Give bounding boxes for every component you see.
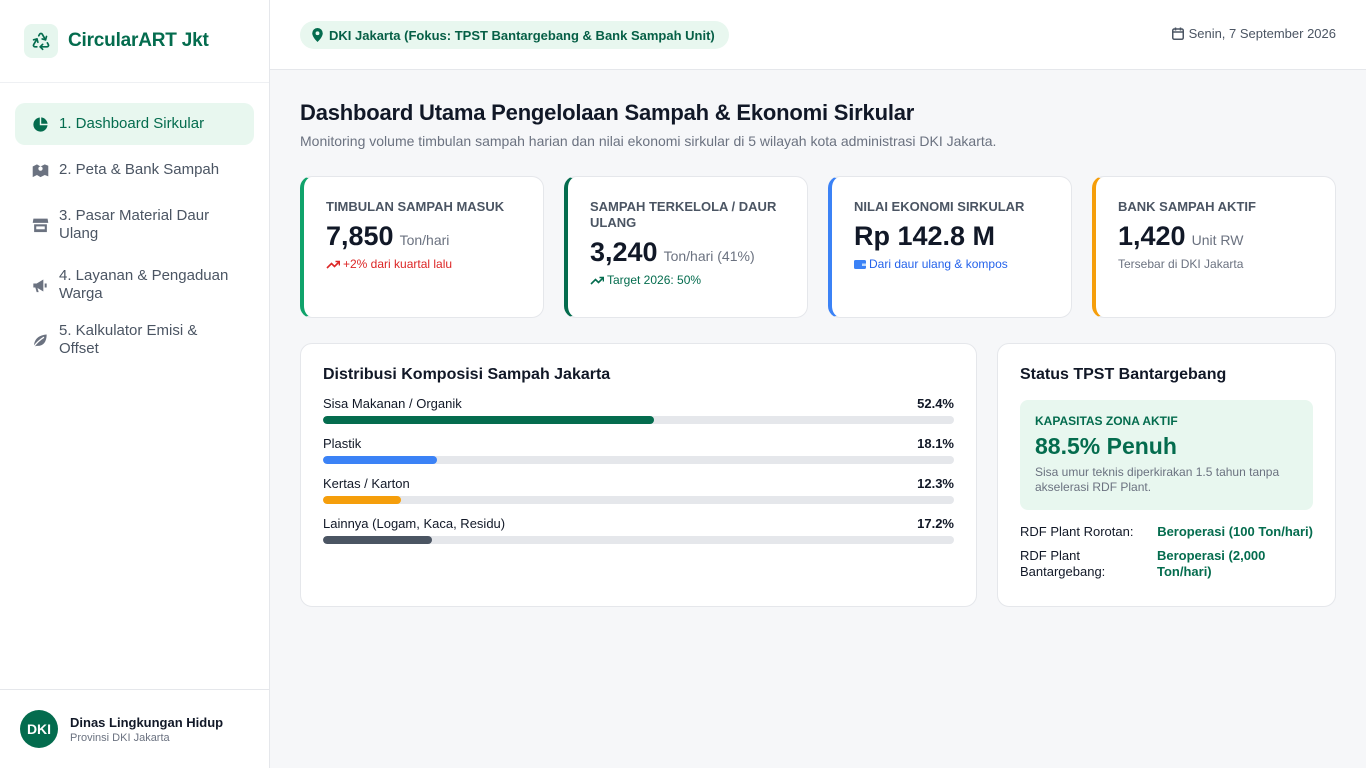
location-label: DKI Jakarta (Fokus: TPST Bantargebang & … — [329, 27, 715, 43]
date-label: Senin, 7 September 2026 — [1188, 26, 1336, 41]
progress-fill — [323, 456, 438, 464]
progress-fill — [323, 496, 401, 504]
kpi-note-text: Tersebar di DKI Jakarta — [1118, 257, 1244, 271]
kpi-note-text: +2% dari kuartal lalu — [343, 257, 453, 271]
user-name: Dinas Lingkungan Hidup — [70, 714, 224, 730]
kpi-unit: Ton/hari — [399, 232, 450, 248]
plant-name: RDF Plant Rorotan: — [1020, 524, 1134, 539]
map-icon — [31, 161, 49, 179]
composition-percent: 12.3% — [917, 476, 954, 491]
capacity-box: Kapasitas Zona Aktif 88.5% Penuh Sisa um… — [1020, 400, 1313, 510]
kpi-label: Timbulan Sampah Masuk — [326, 199, 505, 214]
kpi-unit: Unit RW — [1191, 232, 1244, 248]
tpst-title: Status TPST Bantargebang — [1020, 366, 1227, 383]
plant-row: RDF Plant Rorotan: Beroperasi (100 Ton/h… — [1020, 524, 1313, 540]
page-title: Dashboard Utama Pengelolaan Sampah & Eko… — [300, 100, 915, 125]
tpst-status-card: Status TPST Bantargebang Kapasitas Zona … — [997, 343, 1336, 607]
progress-track — [323, 456, 954, 464]
composition-label: Plastik — [323, 436, 362, 451]
user-profile[interactable]: DKI Dinas Lingkungan Hidup Provinsi DKI … — [0, 689, 269, 768]
nav-item-kalkulator[interactable]: 5. Kalkulator Emisi & Offset — [15, 315, 254, 365]
trend-up-icon — [326, 259, 340, 269]
kpi-unit: Ton/hari (41%) — [663, 248, 755, 264]
current-date: Senin, 7 September 2026 — [1171, 26, 1336, 41]
recycle-icon — [24, 24, 58, 58]
composition-percent: 17.2% — [917, 516, 954, 531]
pie-chart-icon — [31, 115, 49, 133]
page-subtitle: Monitoring volume timbulan sampah harian… — [300, 133, 997, 149]
trend-up-icon — [590, 275, 604, 285]
progress-fill — [323, 536, 432, 544]
kpi-value: 1,420 — [1118, 221, 1186, 251]
plant-status: Beroperasi (100 Ton/hari) — [1157, 524, 1313, 539]
composition-label: Lainnya (Logam, Kaca, Residu) — [323, 516, 506, 531]
user-info: Dinas Lingkungan Hidup Provinsi DKI Jaka… — [70, 715, 223, 744]
nav-item-label: 3. Pasar Material Daur Ulang — [59, 207, 210, 242]
leaf-icon — [31, 331, 49, 349]
nav-item-label: 2. Peta & Bank Sampah — [59, 161, 220, 178]
composition-row: Lainnya (Logam, Kaca, Residu) 17.2% — [323, 516, 954, 544]
kpi-note: +2% dari kuartal lalu — [326, 257, 521, 271]
topbar: DKI Jakarta (Fokus: TPST Bantargebang & … — [270, 0, 1366, 70]
progress-track — [323, 416, 954, 424]
kpi-note: Tersebar di DKI Jakarta — [1118, 257, 1313, 271]
capacity-value: 88.5% Penuh — [1035, 433, 1177, 459]
capacity-label: Kapasitas Zona Aktif — [1035, 414, 1178, 428]
composition-percent: 52.4% — [917, 396, 954, 411]
nav-item-peta[interactable]: 2. Peta & Bank Sampah — [15, 145, 254, 195]
brand-name: CircularART Jkt — [68, 30, 209, 51]
kpi-note: Dari daur ulang & kompos — [854, 257, 1049, 271]
nav-item-label: 1. Dashboard Sirkular — [59, 115, 205, 132]
main-content: Dashboard Utama Pengelolaan Sampah & Eko… — [300, 100, 1336, 607]
kpi-row: Timbulan Sampah Masuk 7,850 Ton/hari +2%… — [300, 176, 1336, 318]
kpi-label: Sampah Terkelola / Daur Ulang — [590, 199, 777, 230]
location-selector[interactable]: DKI Jakarta (Fokus: TPST Bantargebang & … — [300, 21, 729, 49]
kpi-label: Bank Sampah Aktif — [1118, 199, 1256, 214]
capacity-description: Sisa umur teknis diperkirakan 1.5 tahun … — [1035, 465, 1280, 494]
composition-label: Sisa Makanan / Organik — [323, 396, 462, 411]
kpi-card-bank-sampah: Bank Sampah Aktif 1,420 Unit RW Tersebar… — [1092, 176, 1336, 318]
composition-row: Kertas / Karton 12.3% — [323, 476, 954, 504]
composition-percent: 18.1% — [917, 436, 954, 451]
composition-card: Distribusi Komposisi Sampah Jakarta Sisa… — [300, 343, 977, 607]
progress-fill — [323, 416, 654, 424]
kpi-card-timbulan: Timbulan Sampah Masuk 7,850 Ton/hari +2%… — [300, 176, 544, 318]
megaphone-icon — [31, 276, 49, 294]
kpi-value: Rp 142.8 M — [854, 221, 996, 251]
store-icon — [31, 216, 49, 234]
composition-row: Sisa Makanan / Organik 52.4% — [323, 396, 954, 424]
nav-item-pasar[interactable]: 3. Pasar Material Daur Ulang — [15, 195, 254, 255]
kpi-label: Nilai Ekonomi Sirkular — [854, 199, 1025, 214]
composition-title: Distribusi Komposisi Sampah Jakarta — [323, 366, 611, 383]
composition-label: Kertas / Karton — [323, 476, 410, 491]
kpi-note-text: Target 2026: 50% — [607, 273, 702, 287]
kpi-note-text: Dari daur ulang & kompos — [869, 257, 1008, 271]
kpi-card-terkelola: Sampah Terkelola / Daur Ulang 3,240 Ton/… — [564, 176, 808, 318]
plant-name: RDF Plant Bantargebang: — [1020, 548, 1106, 579]
kpi-value: 3,240 — [590, 237, 658, 267]
composition-bars: Sisa Makanan / Organik 52.4% Plastik 18.… — [323, 396, 954, 544]
wallet-icon — [854, 259, 866, 269]
nav-item-layanan[interactable]: 4. Layanan & Pengaduan Warga — [15, 255, 254, 315]
progress-track — [323, 536, 954, 544]
nav-item-label: 5. Kalkulator Emisi & Offset — [59, 322, 198, 357]
nav-item-label: 4. Layanan & Pengaduan Warga — [59, 267, 229, 302]
composition-row: Plastik 18.1% — [323, 436, 954, 464]
kpi-card-nilai-ekonomi: Nilai Ekonomi Sirkular Rp 142.8 M Dari d… — [828, 176, 1072, 318]
brand[interactable]: CircularART Jkt — [0, 0, 269, 83]
plant-status: Beroperasi (2,000 Ton/hari) — [1157, 548, 1266, 579]
main-nav: 1. Dashboard Sirkular 2. Peta & Bank Sam… — [0, 83, 269, 365]
progress-track — [323, 496, 954, 504]
calendar-icon — [1171, 27, 1184, 40]
user-subtitle: Provinsi DKI Jakarta — [70, 731, 170, 744]
kpi-value: 7,850 — [326, 221, 394, 251]
sidebar: CircularART Jkt 1. Dashboard Sirkular 2.… — [0, 0, 270, 768]
nav-item-dashboard[interactable]: 1. Dashboard Sirkular — [15, 103, 254, 145]
plant-row: RDF Plant Bantargebang: Beroperasi (2,00… — [1020, 548, 1313, 580]
map-pin-icon — [312, 28, 323, 42]
avatar: DKI — [20, 710, 58, 748]
kpi-note: Target 2026: 50% — [590, 273, 785, 287]
